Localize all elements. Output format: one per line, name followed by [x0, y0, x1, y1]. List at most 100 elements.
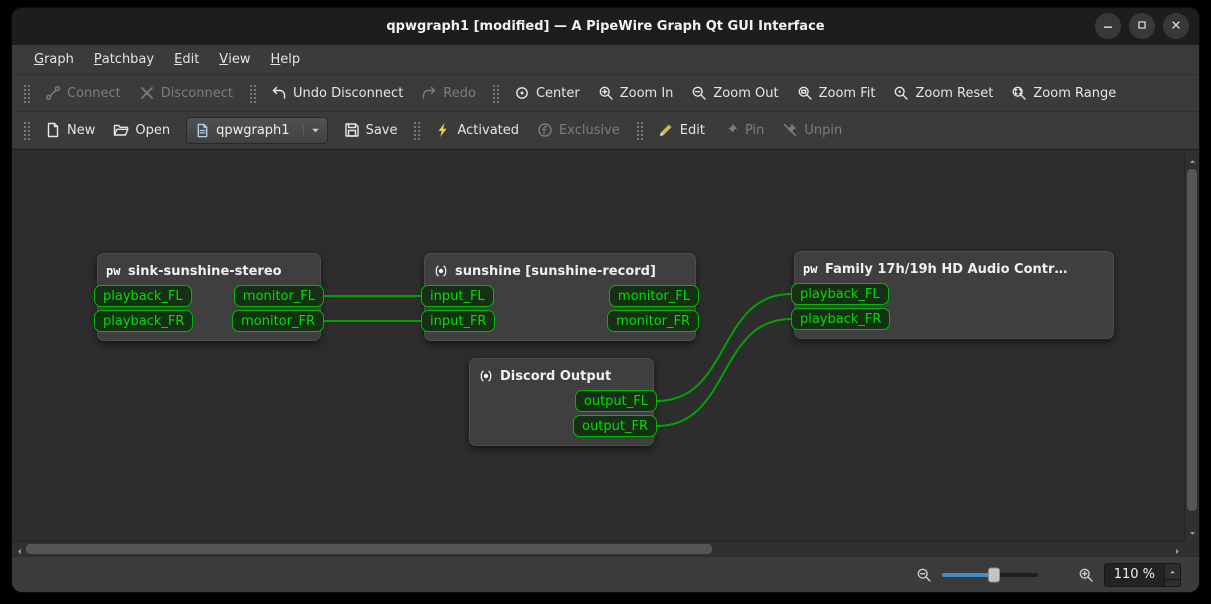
port-row: output_FL	[470, 390, 657, 412]
patchbay-unpin-label: Unpin	[804, 122, 843, 138]
port-row: playback_FL monitor_FL	[94, 285, 324, 307]
menu-edit[interactable]: Edit	[164, 45, 209, 74]
graph-center-label: Center	[535, 85, 580, 101]
graph-zoom-range-button[interactable]: Zoom Range	[1002, 78, 1125, 108]
node-discord-output[interactable]: Discord Output output_FL output_FR	[469, 358, 657, 446]
scroll-left-arrow[interactable]	[12, 542, 26, 556]
port-monitor_FR[interactable]: monitor_FR	[607, 310, 699, 332]
graph-zoom-out-button[interactable]: Zoom Out	[682, 78, 787, 108]
menu-patchbay[interactable]: Patchbay	[84, 45, 164, 74]
port-playback_FL[interactable]: playback_FL	[94, 285, 192, 307]
minimize-button[interactable]	[1095, 13, 1121, 39]
graph-undo-disconnect-button[interactable]: Undo Disconnect	[262, 78, 412, 108]
port-input_FL[interactable]: input_FL	[421, 285, 494, 307]
zoom-range-icon	[1011, 85, 1027, 101]
toolbar-separator	[22, 83, 30, 103]
vertical-scroll-thumb[interactable]	[1187, 169, 1197, 512]
patchbay-pin-button: Pin	[714, 115, 773, 145]
patchbay-pin-label: Pin	[744, 122, 765, 138]
zoom-slider-fill	[941, 572, 995, 577]
port-playback_FL[interactable]: playback_FL	[791, 283, 889, 305]
zoom-reset-icon	[893, 85, 909, 101]
menu-graph[interactable]: Graph	[24, 45, 84, 74]
disconnect-icon	[139, 85, 155, 101]
graph-viewport[interactable]: pw sink-sunshine-stereo playback_FL monitor…	[12, 150, 1184, 541]
vertical-scroll-track[interactable]	[1185, 169, 1199, 522]
horizontal-scrollbar[interactable]	[12, 541, 1184, 556]
horizontal-scroll-track[interactable]	[26, 542, 1170, 556]
file-icon	[195, 123, 210, 138]
graph-disconnect-label: Disconnect	[160, 85, 233, 101]
patchbay-edit-button[interactable]: Edit	[649, 115, 714, 145]
chevron-down-icon	[302, 125, 320, 135]
port-row: playback_FL	[791, 283, 1113, 305]
graph-zoom-in-button[interactable]: Zoom In	[589, 78, 683, 108]
scroll-right-arrow[interactable]	[1170, 542, 1184, 556]
app-window: qpwgraph1 [modified] — A PipeWire Graph …	[12, 8, 1199, 592]
triangle-up-icon	[1169, 564, 1176, 579]
spin-up-button[interactable]	[1165, 563, 1180, 579]
maximize-button[interactable]	[1129, 13, 1155, 39]
activated-icon	[435, 122, 451, 138]
scroll-down-arrow[interactable]	[1185, 522, 1199, 541]
zoom-out-icon[interactable]	[916, 567, 932, 583]
zoom-in-icon[interactable]	[1078, 567, 1094, 583]
graph-redo-button: Redo	[412, 78, 485, 108]
horizontal-scroll-thumb[interactable]	[26, 544, 713, 554]
close-button[interactable]	[1163, 13, 1189, 39]
graph-zoom-fit-button[interactable]: Zoom Fit	[788, 78, 885, 108]
desktop-background: qpwgraph1 [modified] — A PipeWire Graph …	[0, 0, 1211, 604]
port-monitor_FL[interactable]: monitor_FL	[233, 285, 324, 307]
port-monitor_FR[interactable]: monitor_FR	[232, 310, 324, 332]
patchbay-save-button[interactable]: Save	[335, 115, 407, 145]
scroll-up-arrow[interactable]	[1185, 150, 1199, 169]
triangle-down-icon	[1169, 580, 1176, 586]
port-input_FR[interactable]: input_FR	[421, 310, 496, 332]
spin-down-button[interactable]	[1165, 578, 1180, 586]
patchbay-activated-button[interactable]: Activated	[426, 115, 528, 145]
patchbay-unpin-button: Unpin	[773, 115, 851, 145]
port-output_FR[interactable]: output_FR	[573, 415, 657, 437]
node-family-17h-19h-hd-audio-contr[interactable]: pw Family 17h/19h HD Audio Contr… playback…	[791, 251, 1114, 339]
triangle-up-icon	[1189, 150, 1196, 169]
node-sink-sunshine-stereo[interactable]: pw sink-sunshine-stereo playback_FL monitor…	[94, 253, 324, 341]
zoom-in-icon	[598, 85, 614, 101]
port-monitor_FL[interactable]: monitor_FL	[608, 285, 699, 307]
port-output_FL[interactable]: output_FL	[574, 390, 657, 412]
status-bar: 110 %	[12, 556, 1199, 592]
graph-zoom-reset-button[interactable]: Zoom Reset	[884, 78, 1002, 108]
toolbar-separator	[247, 83, 256, 103]
scrollbar-corner	[1184, 541, 1199, 556]
zoom-slider-knob[interactable]	[988, 567, 1001, 582]
patchbay-new-button[interactable]: New	[36, 115, 104, 145]
graph-connect-button: Connect	[36, 78, 130, 108]
connect-icon	[45, 85, 61, 101]
zoom-value: 110 %	[1113, 567, 1155, 582]
graph-canvas: pw sink-sunshine-stereo playback_FL monitor…	[12, 149, 1199, 556]
undo-icon	[271, 85, 287, 101]
node-header: pw Family 17h/19h HD Audio Contr…	[795, 258, 1113, 280]
redo-icon	[421, 85, 437, 101]
port-playback_FR[interactable]: playback_FR	[791, 308, 891, 330]
open-icon	[113, 122, 129, 138]
node-sunshine-sunshine-record[interactable]: sunshine [sunshine-record] input_FL monito…	[421, 253, 699, 341]
graph-zoom-in-label: Zoom In	[619, 85, 674, 101]
port-row: output_FR	[470, 415, 657, 437]
graph-undo-disconnect-label: Undo Disconnect	[292, 85, 404, 101]
title-bar[interactable]: qpwgraph1 [modified] — A PipeWire Graph …	[12, 8, 1199, 45]
patchbay-open-button[interactable]: Open	[104, 115, 179, 145]
port-row: input_FL monitor_FL	[421, 285, 699, 307]
vertical-scrollbar[interactable]	[1184, 150, 1199, 541]
zoom-spinbox[interactable]: 110 %	[1103, 562, 1181, 587]
menu-view[interactable]: View	[209, 45, 260, 74]
patchbay-patchbay-profile-select[interactable]: qpwgraph1	[186, 116, 328, 144]
toolbar-separator	[490, 83, 499, 103]
close-icon	[1169, 17, 1183, 36]
port-playback_FR[interactable]: playback_FR	[94, 310, 194, 332]
menu-help[interactable]: Help	[260, 45, 310, 74]
triangle-left-icon	[16, 540, 23, 559]
triangle-right-icon	[1174, 540, 1181, 559]
graph-center-button[interactable]: Center	[505, 78, 589, 108]
pin-icon	[723, 122, 739, 138]
zoom-slider[interactable]	[941, 567, 1038, 582]
